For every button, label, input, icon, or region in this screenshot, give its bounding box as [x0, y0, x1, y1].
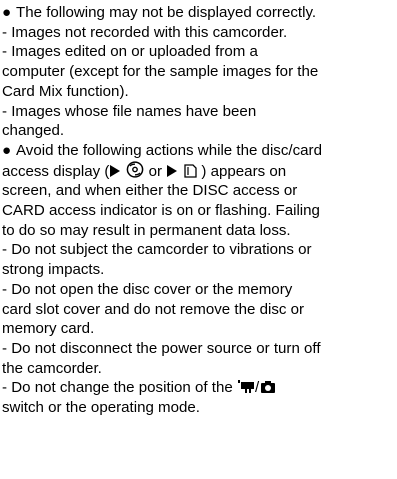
access-display-or: or: [144, 162, 167, 180]
camera-mode-icon: [260, 380, 276, 394]
text-line-14: strong impacts.: [2, 261, 105, 279]
memory-card-icon: [184, 163, 197, 178]
manual-page: ● The following may not be displayed corr…: [0, 0, 397, 479]
text-line-7: changed.: [2, 122, 65, 140]
play-triangle-icon: [109, 164, 121, 178]
text-line-12: to do so may result in permanent data lo…: [2, 221, 291, 239]
movie-mode-icon: [237, 379, 255, 394]
play-triangle-icon: [166, 164, 178, 178]
access-display-text-start: access display (: [2, 162, 110, 180]
text-line-8: ● Avoid the following actions while the d…: [2, 141, 391, 161]
text-line-1: ● The following may not be displayed corr…: [2, 3, 391, 23]
text-line-4: computer (except for the sample images f…: [2, 63, 319, 81]
text-line-17: memory card.: [2, 320, 95, 338]
text-line-2: - Images not recorded with this camcorde…: [2, 23, 288, 41]
disc-icon: [126, 160, 144, 178]
text-line-6: - Images whose file names have been: [2, 102, 257, 120]
notice-heading-display: The following may not be displayed corre…: [16, 4, 317, 21]
notice-heading-avoid: Avoid the following actions while the di…: [16, 141, 322, 159]
text-line-15: - Do not open the disc cover or the memo…: [2, 280, 293, 298]
text-line-3: - Images edited on or uploaded from a: [2, 43, 258, 61]
text-line-10: screen, and when either the DISC access …: [2, 182, 298, 200]
text-line-19: the camcorder.: [2, 359, 102, 377]
text-line-9: access display ( or ) appears on: [2, 160, 391, 182]
bullet-icon: ●: [2, 4, 12, 21]
text-line-13: - Do not subject the camcorder to vibrat…: [2, 241, 312, 259]
switch-slash: /: [254, 379, 260, 397]
text-line-11: CARD access indicator is on or flashing.…: [2, 202, 320, 220]
switch-text-start: - Do not change the position of the: [2, 379, 237, 397]
text-line-5: Card Mix function).: [2, 82, 129, 100]
text-line-21: switch or the operating mode.: [2, 399, 201, 417]
text-line-18: - Do not disconnect the power source or …: [2, 339, 321, 357]
access-display-text-end: ) appears on: [197, 162, 287, 180]
text-line-20: - Do not change the position of the /: [2, 378, 391, 398]
bullet-icon: ●: [2, 141, 12, 159]
text-line-16: card slot cover and do not remove the di…: [2, 300, 305, 318]
